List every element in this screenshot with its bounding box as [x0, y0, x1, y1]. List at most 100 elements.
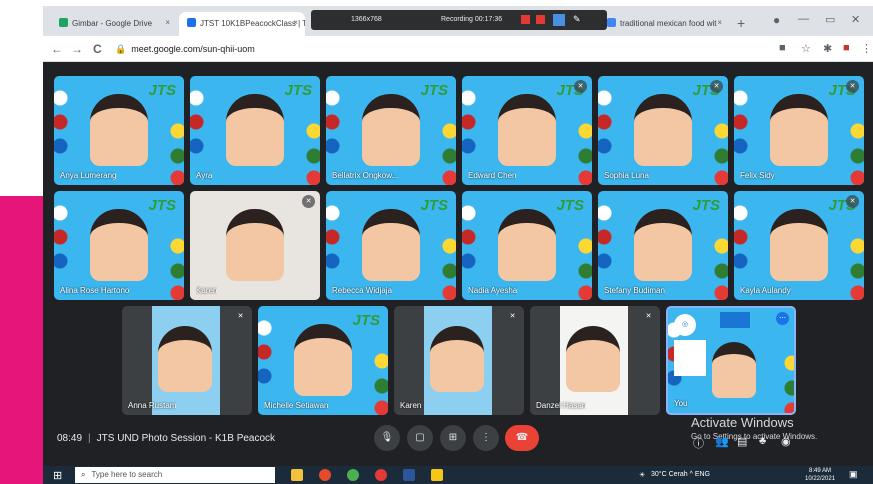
- meet-icon: [187, 18, 196, 27]
- windows-start-icon[interactable]: ⊞: [53, 469, 62, 482]
- tab-google-drive[interactable]: Gimbar - Google Drive ×: [51, 12, 177, 36]
- participant-tile[interactable]: JTS Rebecca Widjaja: [326, 191, 456, 300]
- profile-icon[interactable]: ●: [773, 13, 780, 27]
- word-icon[interactable]: [403, 469, 415, 481]
- close-icon[interactable]: ×: [717, 18, 722, 27]
- mic-off-icon: ✕: [846, 80, 859, 93]
- chat-icon[interactable]: ▤: [737, 435, 747, 448]
- jts-logo: JTS: [420, 82, 448, 99]
- participant-tile[interactable]: JTS Michelle Setiawan: [258, 306, 388, 415]
- participant-video: [712, 342, 756, 398]
- participant-video: [152, 306, 220, 415]
- participant-name: Michelle Setiawan: [264, 401, 329, 410]
- recorder-color-icon[interactable]: [553, 14, 565, 26]
- participant-name: Anya Lumerang: [60, 171, 117, 180]
- activate-windows-watermark: Activate Windows Go to Settings to activ…: [691, 415, 817, 441]
- participant-name: Karen: [400, 401, 422, 410]
- recorder-timer: Recording 00:17:36: [441, 16, 503, 23]
- participant-video: [90, 94, 148, 166]
- new-tab-button[interactable]: +: [737, 15, 745, 31]
- tab-meet[interactable]: JTST 10K1BPeacockClass | To... ×: [179, 12, 305, 36]
- meeting-details-icon[interactable]: ⓘ: [693, 435, 704, 451]
- pen-icon[interactable]: ✎: [573, 14, 581, 26]
- mic-button[interactable]: 🎙: [374, 425, 400, 451]
- participant-tile[interactable]: ✕ Karen: [394, 306, 524, 415]
- participant-tile[interactable]: ✕ Danzel Hasan: [530, 306, 660, 415]
- activities-icon[interactable]: ♣: [759, 435, 766, 447]
- tab-label: Gimbar - Google Drive: [72, 19, 153, 28]
- notification-icon[interactable]: ▣: [849, 469, 858, 480]
- camera-button[interactable]: ▢: [407, 425, 433, 451]
- participant-tile[interactable]: JTS Bellatrix Ongkow...: [326, 76, 456, 185]
- bookmark-star-icon[interactable]: ☆: [801, 42, 811, 55]
- participant-video: [498, 209, 556, 281]
- participant-tile[interactable]: ✕ Karen: [190, 191, 320, 300]
- lock-icon[interactable]: ◉: [781, 435, 791, 448]
- mic-off-icon: ✕: [710, 80, 723, 93]
- weather-icon[interactable]: ☀: [639, 471, 645, 479]
- search-icon: ⌕: [81, 470, 86, 479]
- close-icon[interactable]: ×: [165, 18, 170, 27]
- tab-bar: Gimbar - Google Drive × JTST 10K1BPeacoc…: [43, 6, 873, 36]
- present-button[interactable]: ⊞: [440, 425, 466, 451]
- file-explorer-icon[interactable]: [291, 469, 303, 481]
- taskbar-search[interactable]: ⌕ Type here to search: [75, 467, 275, 483]
- participant-tile[interactable]: JTS ✕ Felix Sidy: [734, 76, 864, 185]
- jts-logo: JTS: [556, 197, 584, 214]
- url-text: meet.google.com/sun-qhii-uom: [131, 44, 255, 54]
- address-bar: ← → C 🔒 meet.google.com/sun-qhii-uom ■ ☆ …: [43, 36, 873, 62]
- taskbar-clock[interactable]: 8:49 AM 10/22/2021: [805, 467, 835, 483]
- end-call-button[interactable]: ☎: [505, 425, 539, 451]
- jts-logo: JTS: [284, 82, 312, 99]
- close-window-button[interactable]: ✕: [851, 13, 860, 26]
- participant-video: [634, 94, 692, 166]
- reload-button[interactable]: C: [93, 42, 102, 56]
- minimize-button[interactable]: —: [798, 13, 809, 25]
- participant-tile[interactable]: JTS ✕ Kayla Aulandy: [734, 191, 864, 300]
- system-tray[interactable]: 30°C Cerah ^ ENG: [651, 471, 710, 478]
- un-label-card: [674, 340, 706, 376]
- url-field[interactable]: 🔒 meet.google.com/sun-qhii-uom: [115, 44, 255, 55]
- forward-button[interactable]: →: [71, 42, 83, 56]
- participant-tile[interactable]: JTS Stefany Budiman: [598, 191, 728, 300]
- maximize-button[interactable]: ▭: [825, 13, 835, 26]
- participant-video: [634, 209, 692, 281]
- participant-tile[interactable]: JTS ✕ Edward Chen: [462, 76, 592, 185]
- participant-tile[interactable]: JTS ✕ Sophia Luna: [598, 76, 728, 185]
- close-icon[interactable]: ×: [293, 18, 298, 27]
- lock-icon: 🔒: [115, 44, 127, 54]
- camera-indicator-icon[interactable]: ■: [779, 42, 786, 54]
- participant-name: Bellatrix Ongkow...: [332, 171, 399, 180]
- participant-video: [362, 94, 420, 166]
- meeting-info: 08:49 | JTS UND Photo Session - K1B Peacoc…: [57, 433, 275, 444]
- chrome-icon[interactable]: [347, 469, 359, 481]
- participant-tile[interactable]: JTS Anya Lumerang: [54, 76, 184, 185]
- participant-video: [294, 324, 352, 396]
- participant-tile[interactable]: ✕ Anna Rustam: [122, 306, 252, 415]
- participant-tile[interactable]: JTS Alina Rose Hartono: [54, 191, 184, 300]
- self-view-tile[interactable]: ◎ ⋯ You: [666, 306, 796, 415]
- extension-icon[interactable]: ■: [843, 42, 850, 54]
- people-icon[interactable]: 👥: [715, 435, 729, 448]
- participant-name: Kayla Aulandy: [740, 286, 791, 295]
- app-icon[interactable]: [431, 469, 443, 481]
- screen-recorder-bar: 1366x768 Recording 00:17:36 ✎: [311, 10, 607, 30]
- record-pause-icon[interactable]: [521, 15, 530, 24]
- participant-tile[interactable]: JTS Nadia Ayesha: [462, 191, 592, 300]
- tab-search[interactable]: traditional mexican food wit ×: [599, 12, 729, 36]
- mic-off-icon: ✕: [234, 310, 247, 323]
- participant-name: Sophia Luna: [604, 171, 649, 180]
- more-options-button[interactable]: ⋮: [473, 425, 499, 451]
- more-icon[interactable]: ⋯: [776, 312, 789, 325]
- menu-icon[interactable]: ⋮: [861, 42, 872, 55]
- participant-video: [560, 306, 628, 415]
- record-stop-icon[interactable]: [536, 15, 545, 24]
- jts-logo: JTS: [148, 197, 176, 214]
- opera-icon[interactable]: [319, 469, 331, 481]
- participant-name: Danzel Hasan: [536, 401, 587, 410]
- participant-name: Rebecca Widjaja: [332, 286, 393, 295]
- recorder-icon[interactable]: [375, 469, 387, 481]
- extensions-icon[interactable]: ✱: [823, 42, 832, 55]
- back-button[interactable]: ←: [51, 42, 63, 56]
- participant-tile[interactable]: JTS Ayra: [190, 76, 320, 185]
